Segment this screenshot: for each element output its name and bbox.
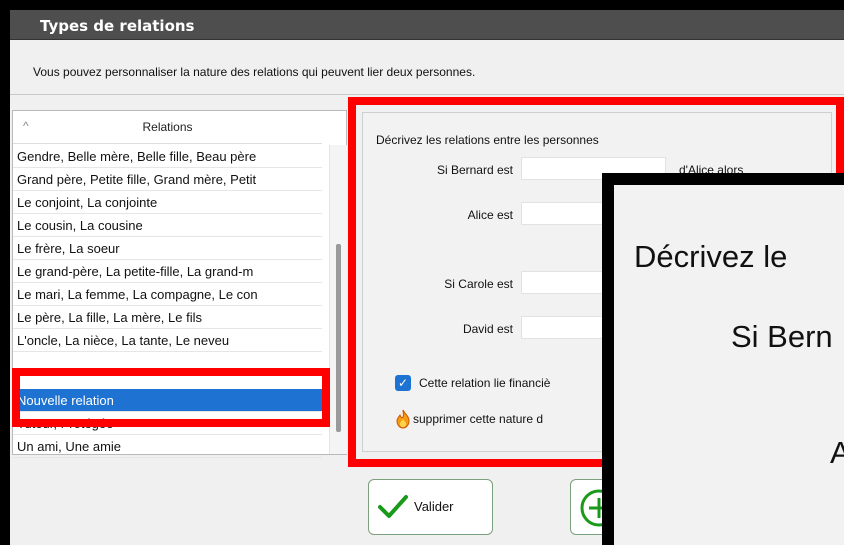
divider xyxy=(10,94,844,95)
list-item[interactable]: Le grand-père, La petite-fille, La grand… xyxy=(13,260,322,283)
zoom-si-bernard-label: Si Bern xyxy=(731,319,833,354)
zoom-alice-label: A xyxy=(830,435,844,470)
list-item[interactable]: Un ami, Une amie xyxy=(13,435,322,458)
list-item[interactable]: Le mari, La femme, La compagne, Le con xyxy=(13,283,322,306)
highlight-box-list xyxy=(12,368,330,427)
validate-button[interactable]: Valider xyxy=(368,479,493,535)
validate-button-label: Valider xyxy=(414,499,454,514)
title-bar: Types de relations xyxy=(10,10,844,40)
zoom-panel-title: Décrivez le xyxy=(634,239,788,274)
zoom-content: Décrivez le Si Bern A xyxy=(614,185,844,545)
zoom-magnifier: Décrivez le Si Bern A xyxy=(602,173,844,545)
dialog-subtitle: Vous pouvez personnaliser la nature des … xyxy=(33,65,476,79)
checkmark-icon xyxy=(378,495,408,518)
list-item[interactable]: Le frère, La soeur xyxy=(13,237,322,260)
relations-header-label: Relations xyxy=(142,120,193,134)
list-scrollbar[interactable] xyxy=(329,145,347,454)
list-item[interactable]: Grand père, Petite fille, Grand mère, Pe… xyxy=(13,168,322,191)
window-title: Types de relations xyxy=(40,17,195,35)
list-item[interactable]: Gendre, Belle mère, Belle fille, Beau pè… xyxy=(13,145,322,168)
list-item[interactable]: L'oncle, La nièce, La tante, Le neveu xyxy=(13,329,322,352)
list-item[interactable]: Le père, La fille, La mère, Le fils xyxy=(13,306,322,329)
relations-column-header[interactable]: ^ Relations xyxy=(13,111,322,144)
scrollbar-thumb[interactable] xyxy=(336,244,341,432)
list-item[interactable]: Le conjoint, La conjointe xyxy=(13,191,322,214)
list-item[interactable]: Le cousin, La cousine xyxy=(13,214,322,237)
